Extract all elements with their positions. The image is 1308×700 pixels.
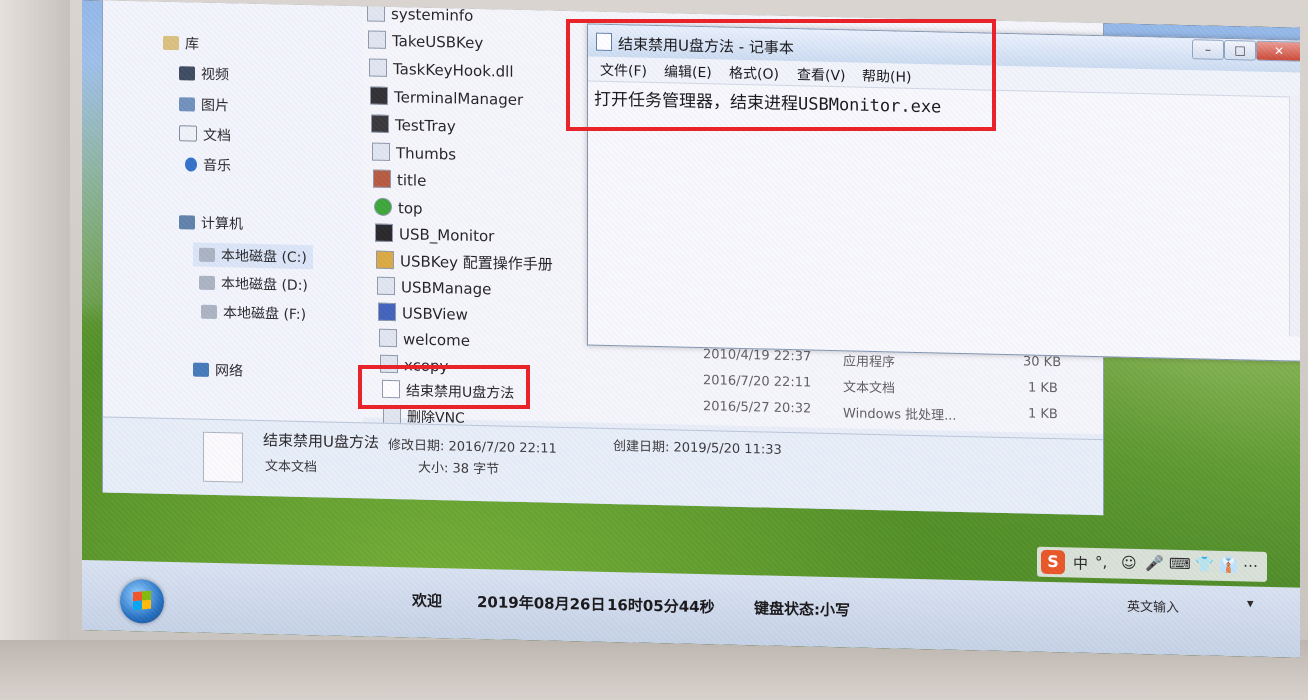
ime-more-icon[interactable]: ⋯ (1243, 556, 1258, 574)
file-icon (372, 142, 390, 161)
details-size: 大小: 38 字节 (418, 460, 500, 478)
file-item[interactable]: USB_Monitor (375, 223, 494, 245)
file-item[interactable]: TerminalManager (370, 86, 523, 109)
detail-type: Windows 批处理... (843, 406, 957, 424)
detail-size: 1 KB (1028, 406, 1058, 423)
file-item[interactable]: title (373, 169, 426, 190)
taskbar-date: 2019年08月26日 (477, 592, 606, 614)
app-icon (375, 223, 393, 243)
file-icon (367, 3, 385, 22)
details-created: 创建日期: 2019/5/20 11:33 (613, 439, 782, 458)
ime-chinese-mode[interactable]: 中 (1073, 552, 1088, 573)
ime-punctuation[interactable]: °, (1095, 553, 1107, 571)
windows-logo-icon (133, 590, 151, 611)
minimize-button[interactable]: – (1192, 39, 1224, 60)
taskbar-time: 16时05分44秒 (607, 595, 715, 617)
nav-item-drive-d[interactable]: 本地磁盘 (D:) (199, 273, 308, 295)
terminal-icon (370, 86, 388, 105)
notepad-scrollbar[interactable] (1289, 96, 1300, 337)
ime-keyboard-icon[interactable]: ⌨ (1169, 555, 1191, 573)
nav-item-library[interactable]: 库 (163, 33, 199, 54)
file-item[interactable]: TestTray (371, 114, 456, 135)
file-item[interactable]: USBView (378, 302, 468, 324)
file-item[interactable]: welcome (379, 328, 470, 350)
drive-icon (201, 304, 217, 320)
nav-item-pictures[interactable]: 图片 (179, 94, 229, 115)
nav-item-music[interactable]: 音乐 (185, 154, 231, 175)
ime-emoji-icon[interactable]: ☺ (1121, 554, 1137, 572)
navigation-pane: 库 视频 图片 文档 音乐 计算机 本地磁盘 (C:) 本地磁盘 (D:) 本地… (103, 0, 363, 423)
app-icon (377, 276, 395, 296)
detail-date: 2016/7/20 22:11 (703, 373, 812, 391)
file-icon (369, 58, 387, 77)
chevron-down-icon[interactable]: ▾ (1247, 596, 1254, 611)
picture-icon (179, 97, 195, 112)
start-button[interactable] (120, 578, 164, 624)
nav-item-drive-f[interactable]: 本地磁盘 (F:) (201, 302, 306, 324)
detail-type: 文本文档 (843, 380, 896, 397)
highlight-box-file (358, 365, 530, 409)
image-file-icon (373, 169, 391, 189)
file-item[interactable]: USBKey 配置操作手册 (376, 250, 553, 275)
detail-size: 1 KB (1028, 380, 1058, 397)
nav-item-computer[interactable]: 计算机 (179, 212, 243, 233)
detail-type: 应用程序 (843, 354, 896, 371)
welcome-text: 欢迎 (412, 591, 443, 611)
drive-icon (199, 275, 215, 291)
nav-item-documents[interactable]: 文档 (179, 124, 231, 145)
details-type: 文本文档 (265, 459, 318, 476)
file-item[interactable]: TaskKeyHook.dll (369, 58, 514, 81)
highlight-box-notepad (566, 19, 996, 131)
app-icon (371, 114, 389, 133)
file-icon (368, 30, 386, 49)
file-item[interactable]: Thumbs (372, 142, 456, 163)
ime-skin-icon[interactable]: 👕 (1195, 555, 1214, 573)
library-icon (163, 35, 179, 51)
details-modified: 修改日期: 2016/7/20 22:11 (388, 437, 557, 457)
nav-item-drive-c[interactable]: 本地磁盘 (C:) (193, 242, 313, 270)
drive-icon (199, 247, 215, 263)
network-icon (193, 362, 209, 377)
file-icon (379, 328, 397, 348)
document-icon (179, 125, 197, 142)
file-item[interactable]: top (374, 197, 423, 218)
usb-icon (378, 302, 396, 322)
file-item[interactable]: USBManage (377, 276, 491, 298)
monitor-bezel-left (0, 0, 70, 700)
document-icon (376, 250, 394, 270)
text-document-icon (203, 431, 243, 483)
sogou-logo-icon[interactable]: S (1041, 549, 1065, 575)
ime-voice-icon[interactable]: 🎤 (1145, 554, 1164, 572)
detail-size: 30 KB (1023, 354, 1062, 371)
input-language[interactable]: 英文输入 (1127, 596, 1179, 616)
file-item[interactable]: TakeUSBKey (368, 30, 483, 52)
video-icon (179, 66, 195, 81)
nav-item-network[interactable]: 网络 (193, 360, 243, 381)
app-icon (374, 197, 392, 217)
nav-item-video[interactable]: 视频 (179, 63, 229, 84)
details-file-name: 结束禁用U盘方法 (263, 431, 379, 452)
ime-tools-icon[interactable]: 👔 (1219, 556, 1238, 574)
computer-icon (179, 215, 195, 230)
maximize-button[interactable]: □ (1224, 39, 1256, 61)
keyboard-state: 键盘状态:小写 (754, 599, 850, 620)
close-button[interactable]: ✕ (1256, 40, 1300, 62)
music-icon (185, 157, 197, 172)
ime-toolbar: S 中 °, ☺ 🎤 ⌨ 👕 👔 ⋯ (1037, 546, 1267, 582)
detail-date: 2016/5/27 20:32 (703, 399, 812, 417)
